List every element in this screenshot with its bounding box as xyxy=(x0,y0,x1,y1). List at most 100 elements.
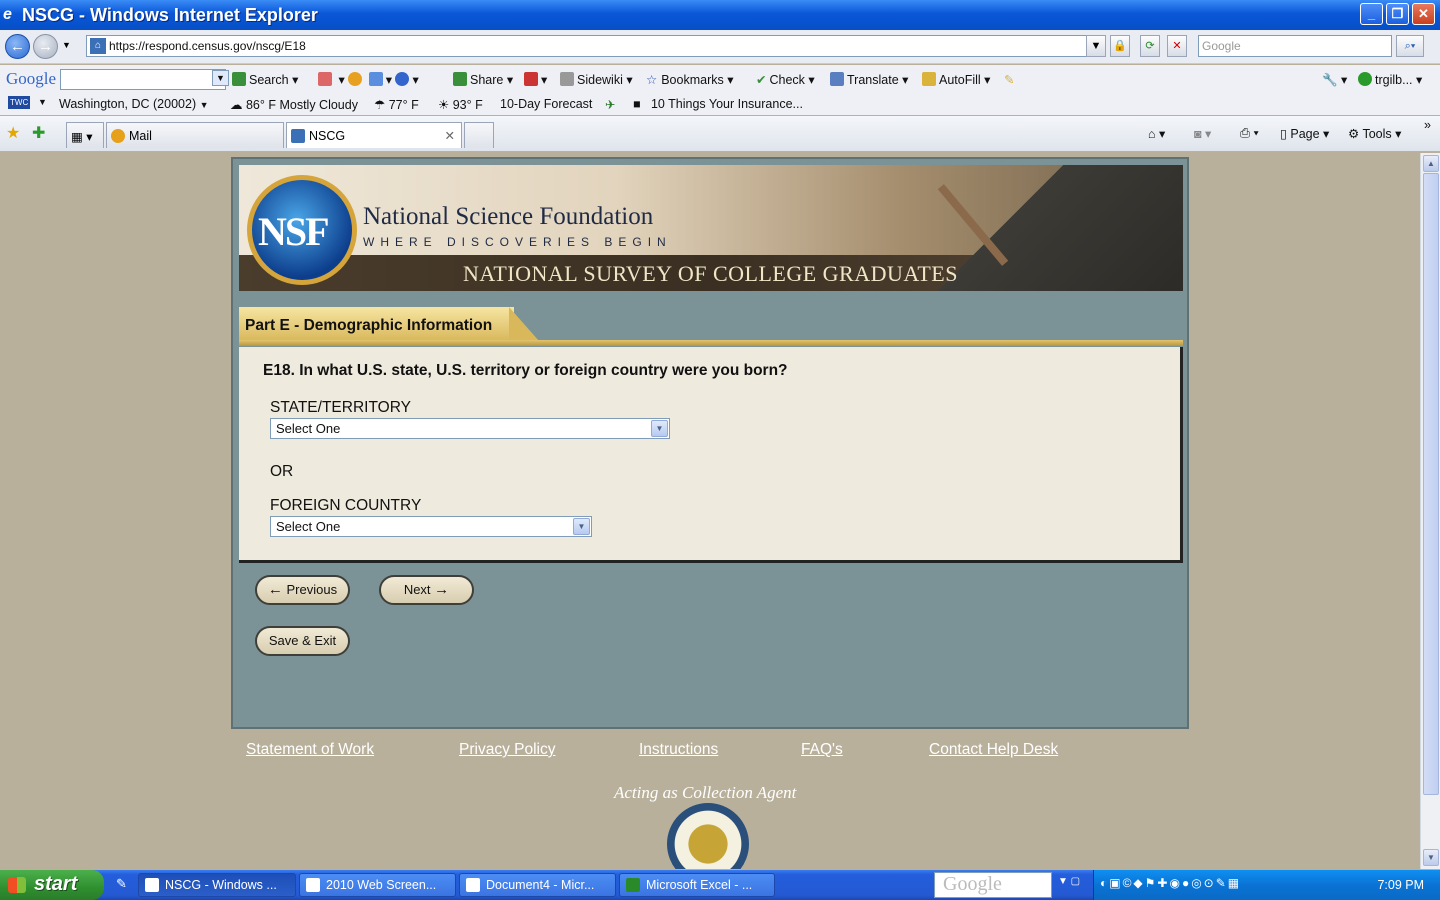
tab-mail[interactable]: Mail xyxy=(106,122,284,148)
url-dropdown-icon[interactable]: ▼ xyxy=(1086,35,1106,57)
nscg-tab-icon xyxy=(291,129,305,143)
forecast-link[interactable]: 10-Day Forecast xyxy=(500,97,592,111)
close-tab-icon[interactable]: ✕ xyxy=(445,128,455,143)
section-divider xyxy=(239,340,1183,346)
print-icon[interactable]: ⎙ ▾ xyxy=(1240,126,1259,141)
gear-icon: ⚙ xyxy=(1348,127,1360,141)
excel-icon xyxy=(626,878,640,892)
scroll-down-icon[interactable]: ▼ xyxy=(1423,849,1439,866)
instructions-link[interactable]: Instructions xyxy=(639,741,718,759)
autofill-icon xyxy=(922,72,936,86)
map-icon[interactable]: ✈ xyxy=(605,97,615,112)
url-text: https://respond.census.gov/nscg/E18 xyxy=(109,39,306,53)
arrow-left-icon: ← xyxy=(267,581,283,598)
wrench-icon: 🔧 xyxy=(1322,73,1338,87)
video-link[interactable]: ■ 10 Things Your Insurance... xyxy=(633,97,803,111)
survey-panel: NSF National Science Foundation WHERE DI… xyxy=(231,157,1189,729)
refresh-icon[interactable]: ⟳ xyxy=(1140,35,1160,57)
close-button[interactable]: ✕ xyxy=(1412,3,1435,25)
ie-icon: e xyxy=(3,6,12,23)
url-field[interactable]: ⌂ https://respond.census.gov/nscg/E18 xyxy=(86,35,1106,57)
next-button[interactable]: Next → xyxy=(379,575,474,605)
back-button[interactable]: ← xyxy=(5,34,30,59)
more-commands-icon[interactable]: » xyxy=(1424,118,1431,132)
page-icon: ⌂ xyxy=(90,38,106,54)
extra-dropdown[interactable]: ▾ xyxy=(524,72,547,87)
share-button[interactable]: Share ▾ xyxy=(453,72,513,87)
add-favorites-icon[interactable]: ✚ xyxy=(32,123,45,143)
windows-logo-icon xyxy=(8,877,26,893)
org-name: National Science Foundation xyxy=(363,203,654,230)
twc-logo: TWC xyxy=(8,96,31,109)
maximize-button[interactable]: ❐ xyxy=(1386,3,1409,25)
country-select[interactable]: Select One ▼ xyxy=(270,516,592,537)
scroll-up-icon[interactable]: ▲ xyxy=(1423,155,1439,172)
quick-tabs-button[interactable]: ▦ ▾ xyxy=(66,122,104,148)
toolbar-icon-group[interactable]: ▾ ▾ ▾ xyxy=(318,72,419,87)
or-text: OR xyxy=(270,463,294,480)
page-menu[interactable]: ▯ Page ▾ xyxy=(1280,126,1329,141)
settings-button[interactable]: 🔧 ▾ xyxy=(1322,72,1347,88)
search-icon[interactable]: ⌕▾ xyxy=(1396,35,1424,57)
home-icon[interactable]: ⌂ ▾ xyxy=(1148,126,1165,141)
faq-link[interactable]: FAQ's xyxy=(801,741,843,759)
org-tagline: WHERE DISCOVERIES BEGIN xyxy=(363,235,672,249)
quick-launch-icon[interactable]: ✎ xyxy=(116,876,127,892)
temp-high[interactable]: ☀ 93° F xyxy=(438,97,483,112)
lock-icon[interactable]: 🔒 xyxy=(1110,35,1130,57)
feeds-icon[interactable]: ◙ ▾ xyxy=(1194,126,1211,141)
chevron-down-icon[interactable]: ▼ xyxy=(573,518,590,535)
minimize-button[interactable]: _ xyxy=(1360,3,1383,25)
google-search-button[interactable]: Search ▾ xyxy=(232,72,298,87)
scroll-thumb[interactable] xyxy=(1423,173,1439,795)
collection-agent-text: Acting as Collection Agent xyxy=(614,783,797,802)
sidewiki-button[interactable]: Sidewiki ▾ xyxy=(560,72,633,87)
autofill-button[interactable]: AutoFill ▾ xyxy=(922,72,990,87)
location-dropdown[interactable]: Washington, DC (20002) ▼ xyxy=(59,97,209,111)
state-select[interactable]: Select One ▼ xyxy=(270,418,670,439)
taskbar-options-icon[interactable]: ▼ ▢ xyxy=(1058,876,1080,887)
tools-menu[interactable]: ⚙ Tools ▾ xyxy=(1348,126,1401,141)
translate-icon xyxy=(830,72,844,86)
task-nscg[interactable]: NSCG - Windows ... xyxy=(138,873,296,897)
previous-button[interactable]: ← Previous xyxy=(255,575,350,605)
system-tray: ◐▣©◆⚑✚◉●◎⊙✎▦ 7:09 PM xyxy=(1093,870,1440,900)
contact-help-desk-link[interactable]: Contact Help Desk xyxy=(929,741,1058,759)
footer-links: Statement of Work Privacy Policy Instruc… xyxy=(0,741,1420,761)
google-search-dropdown-icon[interactable]: ▼ xyxy=(212,70,229,86)
vertical-scrollbar[interactable]: ▲ ▼ xyxy=(1420,153,1440,869)
favorites-star-icon[interactable]: ★ xyxy=(6,123,20,143)
search-input[interactable]: Google xyxy=(1198,35,1392,57)
bookmarks-button[interactable]: ☆ Bookmarks ▾ xyxy=(646,72,734,87)
forward-button[interactable]: → xyxy=(33,34,58,59)
tab-nscg[interactable]: NSCG ✕ xyxy=(286,122,462,148)
window-title: NSCG - Windows Internet Explorer xyxy=(22,5,318,25)
stop-icon[interactable]: ✕ xyxy=(1167,35,1187,57)
history-dropdown-icon[interactable]: ▼ xyxy=(62,40,71,50)
window-title-bar: e NSCG - Windows Internet Explorer _ ❐ ✕ xyxy=(0,0,1440,30)
save-exit-button[interactable]: Save & Exit xyxy=(255,626,350,656)
task-excel[interactable]: Microsoft Excel - ... xyxy=(619,873,775,897)
google-search-input[interactable] xyxy=(60,69,226,90)
task-document4[interactable]: Document4 - Micr... xyxy=(459,873,616,897)
new-tab-button[interactable] xyxy=(464,122,494,148)
page-content: NSF National Science Foundation WHERE DI… xyxy=(0,153,1420,869)
google-taskbar-search[interactable]: Google xyxy=(934,872,1052,898)
nsf-seal-logo: NSF xyxy=(247,175,357,285)
check-button[interactable]: ✔ Check ▾ xyxy=(756,72,815,87)
country-label: FOREIGN COUNTRY xyxy=(270,497,422,514)
tray-icons[interactable]: ◐▣©◆⚑✚◉●◎⊙✎▦ xyxy=(1100,876,1241,890)
translate-button[interactable]: Translate ▾ xyxy=(830,72,908,87)
start-button[interactable]: start xyxy=(0,870,104,900)
task-web-screen[interactable]: 2010 Web Screen... xyxy=(299,873,456,897)
twc-dropdown-icon[interactable]: ▼ xyxy=(38,97,47,107)
statement-of-work-link[interactable]: Statement of Work xyxy=(246,741,374,759)
highlighter-icon[interactable]: ✎ xyxy=(1004,72,1014,87)
section-title: Part E - Demographic Information xyxy=(245,317,493,334)
status-dot-icon xyxy=(1358,72,1372,86)
privacy-policy-link[interactable]: Privacy Policy xyxy=(459,741,555,759)
chevron-down-icon[interactable]: ▼ xyxy=(651,420,668,437)
temp-now[interactable]: ☂ 77° F xyxy=(374,97,419,112)
current-weather[interactable]: ☁ 86° F Mostly Cloudy xyxy=(230,97,358,112)
account-button[interactable]: trgilb... ▾ xyxy=(1358,72,1422,87)
